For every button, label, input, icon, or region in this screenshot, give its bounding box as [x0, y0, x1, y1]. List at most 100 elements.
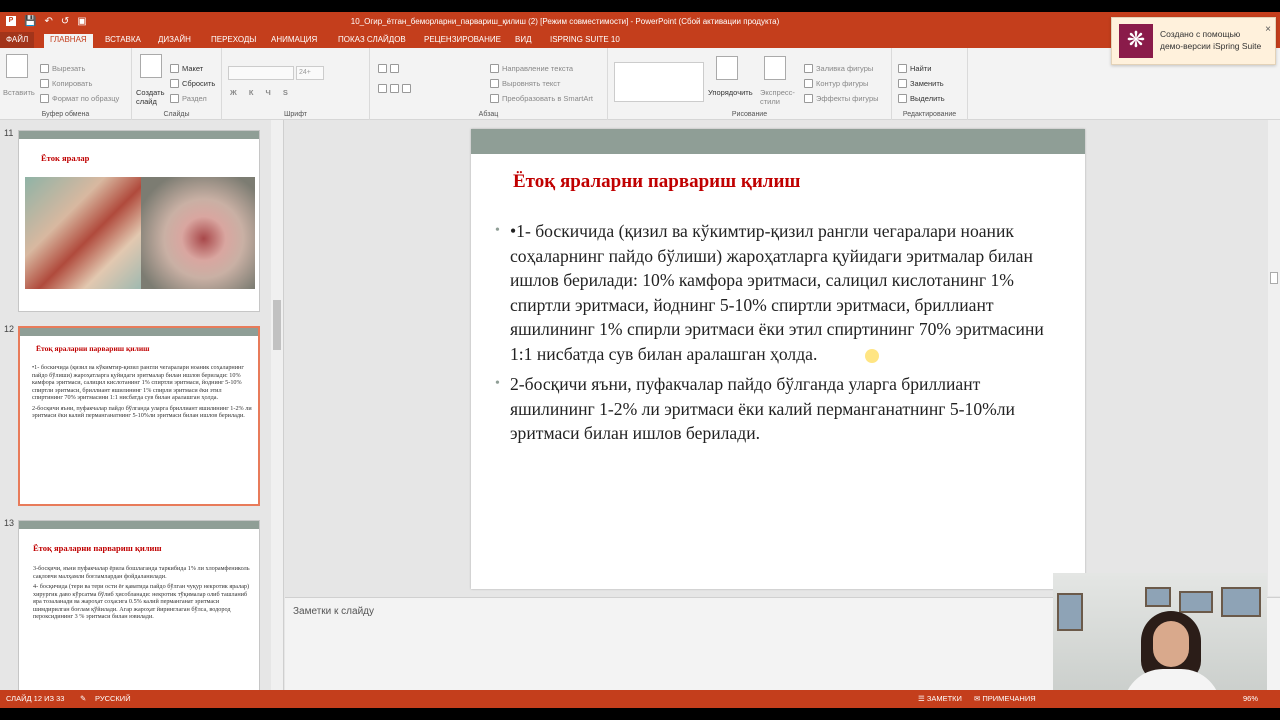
text-direction-button[interactable]: Направление текста [490, 64, 573, 73]
format-painter-button[interactable]: Формат по образцу [40, 94, 119, 103]
quick-styles-button[interactable]: Экспресс-стили [760, 88, 800, 106]
binoculars-icon [898, 64, 907, 73]
tab-animations[interactable]: АНИМАЦИЯ [265, 34, 323, 48]
align-center-icon [390, 84, 399, 93]
slide-bullet-1: •1- боскичида (қизил ва кўкимтир-қизил р… [495, 219, 1065, 366]
font-format-buttons[interactable]: Ж К Ч S [230, 88, 293, 97]
window-title: 10_Огир_ётган_беморларни_парвариш_қилиш … [350, 17, 780, 26]
layout-label: Макет [182, 64, 204, 73]
new-slide-icon[interactable] [140, 54, 162, 78]
shape-fill-button[interactable]: Заливка фигуры [804, 64, 873, 73]
group-slides: Создать слайд Макет Сбросить Раздел Слай… [132, 48, 222, 120]
section-icon [170, 94, 179, 103]
slide-header-bar [471, 129, 1085, 154]
align-text-icon [490, 79, 499, 88]
tab-review[interactable]: РЕЦЕНЗИРОВАНИЕ [418, 34, 507, 48]
align-right-icon [402, 84, 411, 93]
tab-insert[interactable]: ВСТАВКА [99, 34, 147, 48]
thumb-header-bar [19, 131, 259, 139]
thumb-body: •1- боскичида (қизил ва кўкимтир-қизил р… [32, 364, 252, 420]
new-slide-button[interactable]: Создать слайд [136, 88, 168, 106]
reset-button[interactable]: Сбросить [170, 79, 215, 88]
slide-counter: СЛАЙД 12 ИЗ 33 [6, 694, 65, 703]
replace-label: Заменить [910, 79, 944, 88]
slide-scrollbar[interactable] [1268, 120, 1280, 596]
replace-button[interactable]: Заменить [898, 79, 944, 88]
select-button[interactable]: Выделить [898, 94, 945, 103]
font-name-box[interactable] [228, 66, 294, 80]
wall-picture [1145, 587, 1171, 607]
webcam-overlay [1053, 573, 1267, 703]
thumb-body: 3-босқичи, яъни пуфакчалар ёрила бошлага… [33, 565, 253, 621]
ribbon-tabs: ФАЙЛ ГЛАВНАЯ ВСТАВКА ДИЗАЙН ПЕРЕХОДЫ АНИ… [0, 32, 1280, 48]
thumb-number-11: 11 [4, 128, 14, 138]
notes-placeholder[interactable]: Заметки к слайду [293, 606, 374, 617]
align-text-button[interactable]: Выровнять текст [490, 79, 560, 88]
current-slide[interactable]: Ётоқ яраларни парвариш қилиш •1- боскичи… [471, 129, 1085, 589]
powerpoint-window: P 💾 ↶ ↺ ▣ 10_Огир_ётган_беморларни_парва… [0, 12, 1280, 708]
tab-transitions[interactable]: ПЕРЕХОДЫ [205, 34, 262, 48]
smartart-button[interactable]: Преобразовать в SmartArt [490, 94, 593, 103]
thumb-bullet: •1- боскичида (қизил ва кўкимтир-қизил р… [32, 364, 244, 401]
scrollbar-thumb[interactable] [273, 300, 281, 350]
slide-editor: Ётоқ яраларни парвариш қилиш •1- боскичи… [285, 120, 1268, 596]
tab-home[interactable]: ГЛАВНАЯ [44, 34, 93, 48]
reset-label: Сбросить [182, 79, 216, 88]
tab-ispring[interactable]: ISPRING SUITE 10 [544, 34, 626, 48]
shape-outline-button[interactable]: Контур фигуры [804, 79, 868, 88]
shape-effects-button[interactable]: Эффекты фигуры [804, 94, 879, 103]
slide-content-placeholder[interactable]: •1- боскичида (қизил ва кўкимтир-қизил р… [495, 219, 1065, 452]
copy-label: Копировать [52, 79, 93, 88]
font-size-box[interactable]: 24+ [296, 66, 324, 80]
cut-label: Вырезать [52, 64, 86, 73]
zoom-level[interactable]: 96% [1243, 694, 1258, 703]
layout-button[interactable]: Макет [170, 64, 203, 73]
slide-title[interactable]: Ётоқ яраларни парвариш қилиш [513, 171, 800, 193]
arrange-icon[interactable] [716, 56, 738, 80]
replace-icon [898, 79, 907, 88]
slide-thumbnail-12[interactable]: Ётоқ яраларни парвариш қилиш •1- боскичи… [18, 326, 260, 506]
thumbnails-scrollbar[interactable] [271, 120, 283, 702]
editing-group-label: Редактирование [902, 111, 957, 118]
bullets-icon [378, 64, 387, 73]
tab-file[interactable]: ФАЙЛ [0, 32, 35, 48]
effects-icon [804, 94, 813, 103]
slide-thumbnail-13[interactable]: Ётоқ яраларни парвариш қилиш 3-босқичи, … [18, 520, 260, 702]
ispring-demo-toast[interactable]: ❋ Создано с помощью демо-версии iSpring … [1111, 17, 1276, 65]
tab-view[interactable]: ВИД [509, 34, 538, 48]
select-label: Выделить [910, 94, 945, 103]
toast-line-1: Создано с помощью [1160, 29, 1241, 39]
section-button[interactable]: Раздел [170, 94, 207, 103]
comments-toggle-label: ПРИМЕЧАНИЯ [982, 694, 1036, 703]
text-direction-label: Направление текста [502, 64, 574, 73]
status-bar: СЛАЙД 12 ИЗ 33 ✎ РУССКИЙ ☰ ЗАМЕТКИ ✉ ПРИ… [0, 690, 1280, 708]
arrange-button[interactable]: Упорядочить [708, 88, 753, 97]
scrollbar-thumb[interactable] [1270, 272, 1278, 284]
tab-slide-show[interactable]: ПОКАЗ СЛАЙДОВ [332, 34, 412, 48]
paste-button[interactable]: Вставить [3, 88, 35, 97]
close-icon[interactable]: × [1265, 24, 1271, 35]
format-painter-label: Формат по образцу [52, 94, 120, 103]
bullets-button[interactable] [378, 64, 399, 73]
align-buttons[interactable] [378, 84, 411, 93]
paragraph-group-label: Абзац [478, 111, 499, 118]
text-direction-icon [490, 64, 499, 73]
wall-picture [1179, 591, 1213, 613]
thumb-number-12: 12 [4, 324, 15, 334]
shapes-gallery[interactable] [614, 62, 704, 102]
slide-thumbnails-pane: 11 Ёток яралар 12 Ётоқ яраларни парвариш… [0, 120, 284, 702]
wall-picture [1221, 587, 1261, 617]
paste-icon[interactable] [6, 54, 28, 78]
outline-icon [804, 79, 813, 88]
quick-styles-icon[interactable] [764, 56, 786, 80]
copy-button[interactable]: Копировать [40, 79, 92, 88]
comments-toggle[interactable]: ✉ ПРИМЕЧАНИЯ [974, 694, 1036, 703]
language-indicator[interactable]: РУССКИЙ [95, 694, 131, 703]
notes-toggle[interactable]: ☰ ЗАМЕТКИ [918, 694, 962, 703]
cut-button[interactable]: Вырезать [40, 64, 85, 73]
slide-thumbnail-11[interactable]: Ёток яралар [18, 130, 260, 312]
find-button[interactable]: Найти [898, 64, 931, 73]
presenter-face [1153, 621, 1189, 667]
tab-design[interactable]: ДИЗАЙН [152, 34, 197, 48]
spellcheck-icon[interactable]: ✎ [80, 694, 86, 703]
